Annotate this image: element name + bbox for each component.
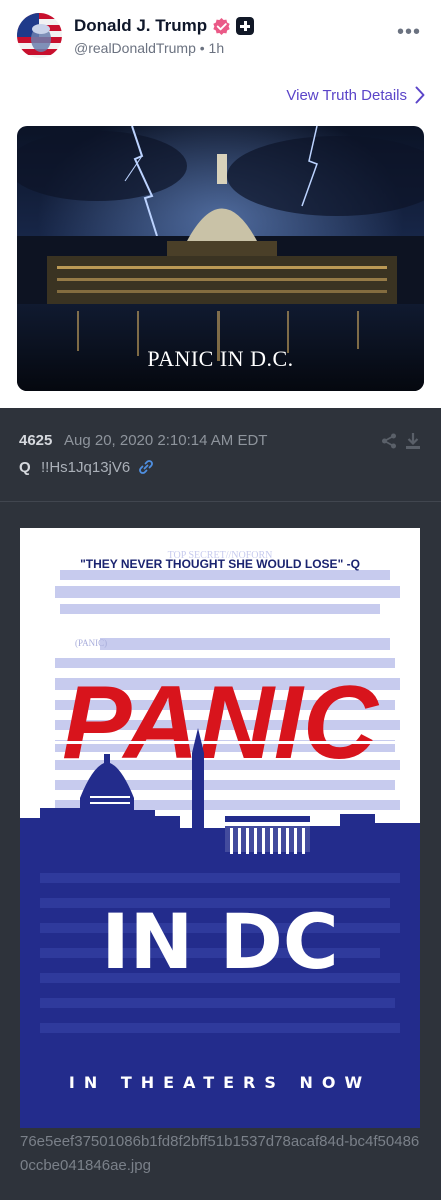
image-filename-link[interactable]: 76e5eef37501086b1fd8f2bff51b1537d78acaf8… — [20, 1130, 420, 1178]
poster-small-label: (PANIC) — [75, 638, 107, 648]
poster-tagline: IN THEATERS NOW — [69, 1073, 371, 1092]
verified-badge-icon — [213, 17, 230, 35]
tripcode: !!Hs1Jq13jV6 — [41, 459, 131, 476]
author-handle-time: @realDonaldTrump • 1h — [74, 40, 225, 56]
view-truth-details-label: View Truth Details — [286, 86, 407, 104]
post-number[interactable]: 4625 — [19, 432, 52, 449]
more-icon[interactable]: ••• — [397, 22, 421, 42]
q-post-header: 4625 Aug 20, 2020 2:10:14 AM EDT Q !!Hs1… — [0, 408, 441, 502]
poster-quote: "THEY NEVER THOUGHT SHE WOULD LOSE" -Q — [80, 557, 360, 571]
poster-image[interactable]: TOP SECRET//NOFORN "THEY NEVER THOUGHT S… — [20, 528, 420, 1128]
download-icon[interactable] — [405, 432, 421, 450]
post-image[interactable]: PANIC IN D.C. — [17, 126, 424, 391]
poster-subtitle: IN DC — [101, 897, 338, 986]
truth-plus-badge-icon — [236, 17, 255, 35]
author-avatar[interactable] — [17, 13, 62, 58]
view-truth-details-link[interactable]: View Truth Details — [286, 86, 425, 104]
link-icon[interactable] — [138, 459, 154, 475]
author-q-label: Q — [19, 459, 31, 476]
author-name[interactable]: Donald J. Trump — [74, 16, 207, 36]
post-timestamp: Aug 20, 2020 2:10:14 AM EDT — [64, 432, 268, 449]
author-name-row: Donald J. Trump — [74, 16, 255, 36]
chevron-right-icon — [415, 86, 425, 104]
q-post: 4625 Aug 20, 2020 2:10:14 AM EDT Q !!Hs1… — [0, 408, 441, 1200]
image-caption-text: PANIC IN D.C. — [147, 346, 294, 371]
truth-post: Donald J. Trump @realDonaldTrump • 1h ••… — [0, 0, 441, 408]
share-icon[interactable] — [381, 433, 397, 449]
